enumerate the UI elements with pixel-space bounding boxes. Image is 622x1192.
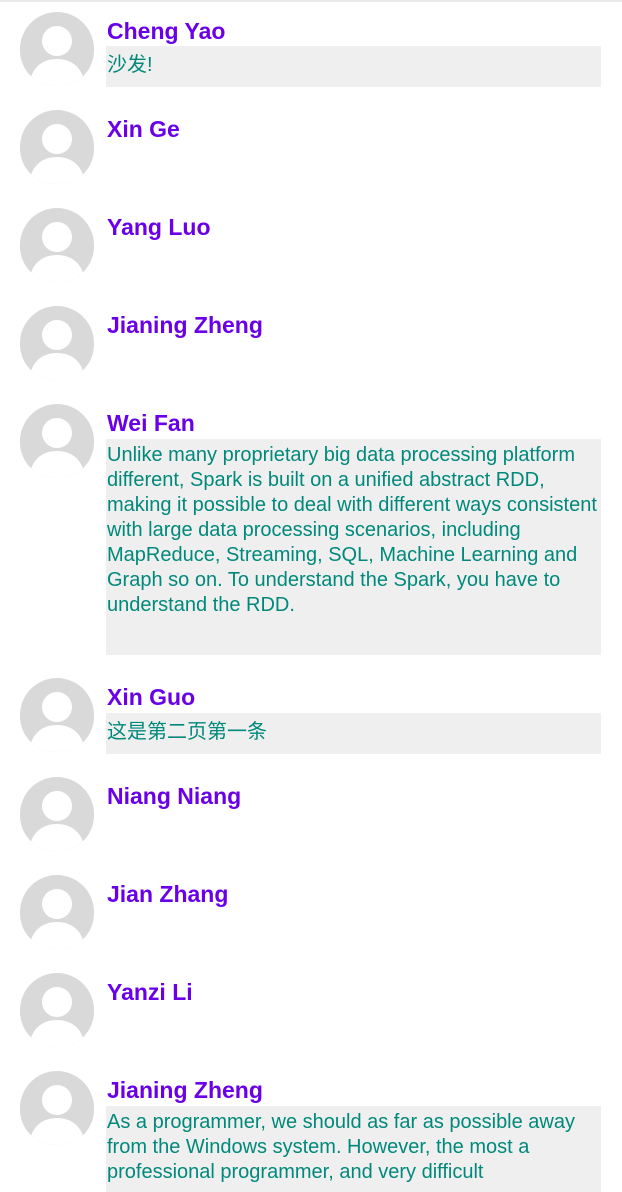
default-user-avatar-icon[interactable] xyxy=(20,973,94,1047)
comment-author[interactable]: Yanzi Li xyxy=(107,979,193,1005)
default-user-avatar-icon[interactable] xyxy=(20,777,94,851)
comment-item[interactable]: Xin Ge xyxy=(0,100,622,198)
default-user-avatar-icon[interactable] xyxy=(20,678,94,752)
comment-author[interactable]: Wei Fan xyxy=(107,410,195,436)
comment-author[interactable]: Xin Ge xyxy=(107,116,180,142)
comment-item[interactable]: Niang Niang xyxy=(0,767,622,865)
comment-author[interactable]: Yang Luo xyxy=(107,214,211,240)
comment-author[interactable]: Niang Niang xyxy=(107,783,241,809)
comment-text: Unlike many proprietary big data process… xyxy=(106,439,601,655)
default-user-avatar-icon[interactable] xyxy=(20,110,94,184)
comment-author[interactable]: Jianing Zheng xyxy=(107,1077,263,1103)
comment-text: As a programmer, we should as far as pos… xyxy=(106,1106,601,1192)
comment-author[interactable]: Jianing Zheng xyxy=(107,312,263,338)
comment-item[interactable]: Yanzi Li xyxy=(0,963,622,1061)
default-user-avatar-icon[interactable] xyxy=(20,875,94,949)
comment-item[interactable]: Wei Fan Unlike many proprietary big data… xyxy=(0,394,622,668)
comment-item[interactable]: Jian Zhang xyxy=(0,865,622,963)
comment-item[interactable]: Jianing Zheng As a programmer, we should… xyxy=(0,1061,622,1192)
comment-item[interactable]: Yang Luo xyxy=(0,198,622,296)
comment-author[interactable]: Jian Zhang xyxy=(107,881,228,907)
default-user-avatar-icon[interactable] xyxy=(20,306,94,380)
default-user-avatar-icon[interactable] xyxy=(20,12,94,86)
comment-item[interactable]: Xin Guo 这是第二页第一条 xyxy=(0,668,622,767)
comment-author[interactable]: Xin Guo xyxy=(107,684,195,710)
default-user-avatar-icon[interactable] xyxy=(20,404,94,478)
comment-text: 这是第二页第一条 xyxy=(106,713,601,754)
default-user-avatar-icon[interactable] xyxy=(20,208,94,282)
comment-author[interactable]: Cheng Yao xyxy=(107,18,225,44)
comment-text: 沙发! xyxy=(106,46,601,87)
default-user-avatar-icon[interactable] xyxy=(20,1071,94,1145)
comment-item[interactable]: Cheng Yao 沙发! xyxy=(0,2,622,100)
comment-item[interactable]: Jianing Zheng xyxy=(0,296,622,394)
